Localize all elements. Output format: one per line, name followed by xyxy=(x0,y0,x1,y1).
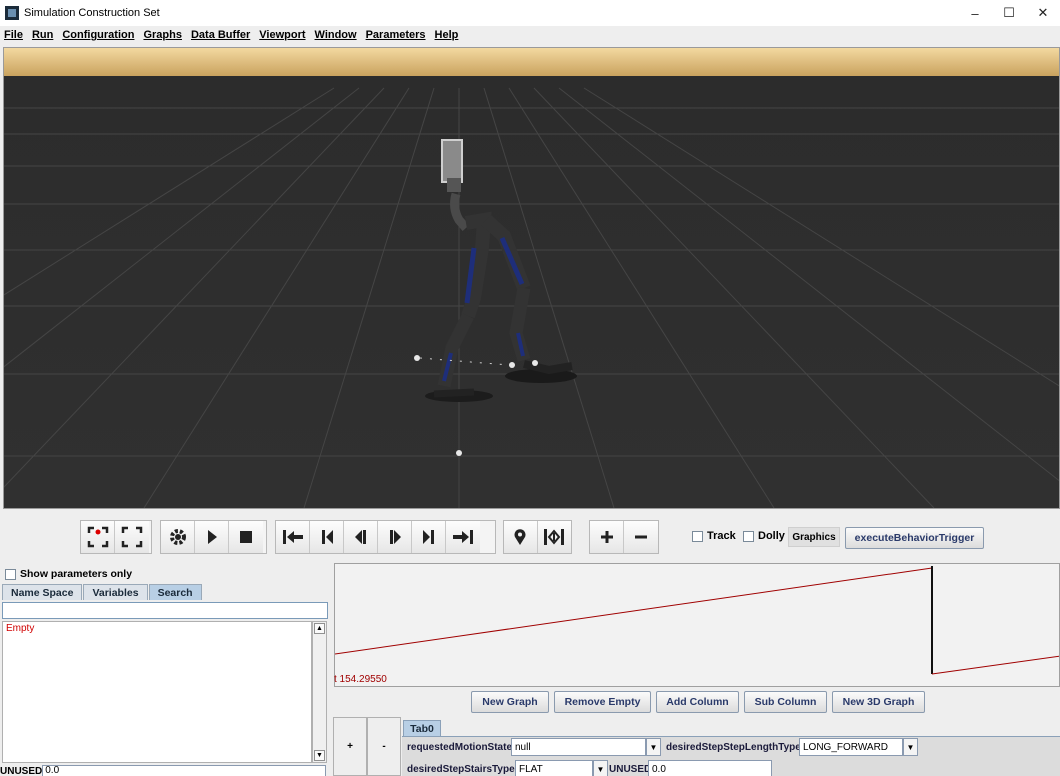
3d-viewport[interactable] xyxy=(3,47,1060,509)
requested-motion-state-field[interactable]: null xyxy=(511,738,646,756)
menu-graphs[interactable]: Graphs xyxy=(143,29,182,41)
params-unused-field[interactable]: 0.0 xyxy=(648,760,772,776)
camera-group xyxy=(80,520,152,554)
zoom-out-icon[interactable] xyxy=(624,521,658,553)
menu-help[interactable]: Help xyxy=(435,29,459,41)
goto-out-point-icon[interactable] xyxy=(446,521,480,553)
menu-file[interactable]: File xyxy=(4,29,23,41)
graph-trace-2 xyxy=(931,655,1059,675)
app-window: Simulation Construction Set – ☐ ✕ File R… xyxy=(0,0,1060,776)
stairs-type-label: desiredStepStairsType xyxy=(407,764,515,775)
goto-in-point-icon[interactable] xyxy=(276,521,310,553)
play-forward-icon[interactable] xyxy=(378,521,412,553)
scene-canvas xyxy=(4,48,1059,508)
app-icon xyxy=(5,6,19,20)
title-bar: Simulation Construction Set – ☐ ✕ xyxy=(0,0,1060,26)
results-scrollbar[interactable]: ▲ ▼ xyxy=(312,621,327,763)
unused-label: UNUSED xyxy=(0,765,43,776)
show-params-label: Show parameters only xyxy=(20,568,133,580)
tab-search[interactable]: Search xyxy=(148,584,202,600)
tab-variables[interactable]: Variables xyxy=(83,584,148,600)
zoom-group xyxy=(589,520,659,554)
gear-icon[interactable] xyxy=(161,521,195,553)
graph-trace-1 xyxy=(335,567,933,655)
track-checkbox-box[interactable] xyxy=(692,530,703,542)
playback-group xyxy=(275,520,496,554)
dolly-label: Dolly xyxy=(758,530,785,542)
new-3d-graph-button[interactable]: New 3D Graph xyxy=(832,691,925,713)
graph-panel[interactable] xyxy=(334,563,1060,687)
window-title: Simulation Construction Set xyxy=(24,7,160,19)
keypoint-group xyxy=(503,520,572,554)
step-length-type-dropdown-icon[interactable]: ▼ xyxy=(903,738,918,756)
menu-bar: File Run Configuration Graphs Data Buffe… xyxy=(0,26,1060,44)
variable-panel: Show parameters only Name Space Variable… xyxy=(0,562,332,776)
step-length-type-label: desiredStepStepLengthType xyxy=(666,742,801,753)
remove-empty-button[interactable]: Remove Empty xyxy=(554,691,651,713)
track-label: Track xyxy=(707,530,736,542)
keypoint-icon[interactable] xyxy=(537,521,571,553)
sky-band xyxy=(4,48,1059,76)
stairs-type-dropdown-icon[interactable]: ▼ xyxy=(593,760,608,776)
menu-parameters[interactable]: Parameters xyxy=(366,29,426,41)
window-controls: – ☐ ✕ xyxy=(958,0,1060,26)
fullscreen-icon[interactable] xyxy=(115,521,149,553)
stop-icon[interactable] xyxy=(229,521,263,553)
close-icon[interactable]: ✕ xyxy=(1026,0,1060,26)
params-unused-label: UNUSED xyxy=(609,764,652,775)
new-graph-button[interactable]: New Graph xyxy=(471,691,549,713)
minimize-icon[interactable]: – xyxy=(958,0,992,26)
maximize-icon[interactable]: ☐ xyxy=(992,0,1026,26)
dolly-checkbox[interactable]: Dolly xyxy=(743,530,785,542)
results-empty-text: Empty xyxy=(6,623,35,634)
play-backward-icon[interactable] xyxy=(344,521,378,553)
dolly-checkbox-box[interactable] xyxy=(743,530,754,542)
search-input[interactable] xyxy=(2,602,328,619)
add-column-button[interactable]: Add Column xyxy=(656,691,739,713)
menu-data-buffer[interactable]: Data Buffer xyxy=(191,29,250,41)
sim-control-group xyxy=(160,520,267,554)
graphics-label: Graphics xyxy=(788,527,840,547)
graph-plot xyxy=(335,566,1059,675)
variable-tabs: Name Space Variables Search xyxy=(2,584,203,600)
tab-tab0[interactable]: Tab0 xyxy=(403,720,441,737)
play-icon[interactable] xyxy=(195,521,229,553)
track-checkbox[interactable]: Track xyxy=(692,530,736,542)
record-camera-icon[interactable] xyxy=(81,521,115,553)
scroll-down-icon[interactable]: ▼ xyxy=(314,750,325,761)
requested-motion-state-dropdown-icon[interactable]: ▼ xyxy=(646,738,661,756)
step-back-icon[interactable] xyxy=(310,521,344,553)
menu-viewport[interactable]: Viewport xyxy=(259,29,305,41)
remove-tab-button[interactable]: - xyxy=(367,717,401,776)
step-forward-icon[interactable] xyxy=(412,521,446,553)
add-tab-button[interactable]: + xyxy=(333,717,367,776)
requested-motion-state-label: requestedMotionState xyxy=(407,742,513,753)
tab-name-space[interactable]: Name Space xyxy=(2,584,83,600)
search-results-list: Empty xyxy=(2,621,312,763)
map-pin-icon[interactable] xyxy=(504,521,538,553)
menu-run[interactable]: Run xyxy=(32,29,53,41)
menu-window[interactable]: Window xyxy=(315,29,357,41)
stairs-type-field[interactable]: FLAT xyxy=(515,760,593,776)
graph-time-label: t 154.29550 xyxy=(334,674,387,685)
sub-column-button[interactable]: Sub Column xyxy=(744,691,827,713)
scroll-up-icon[interactable]: ▲ xyxy=(314,623,325,634)
execute-behavior-trigger-button[interactable]: executeBehaviorTrigger xyxy=(845,527,984,549)
floor-plane xyxy=(4,76,1059,508)
show-params-checkbox-box[interactable] xyxy=(5,568,16,580)
show-params-checkbox[interactable]: Show parameters only xyxy=(5,568,132,580)
menu-configuration[interactable]: Configuration xyxy=(62,29,134,41)
unused-variable-row: UNUSED 0.0 xyxy=(0,765,327,776)
unused-value-field[interactable]: 0.0 xyxy=(42,765,327,776)
zoom-in-icon[interactable] xyxy=(590,521,624,553)
step-length-type-field[interactable]: LONG_FORWARD xyxy=(799,738,903,756)
